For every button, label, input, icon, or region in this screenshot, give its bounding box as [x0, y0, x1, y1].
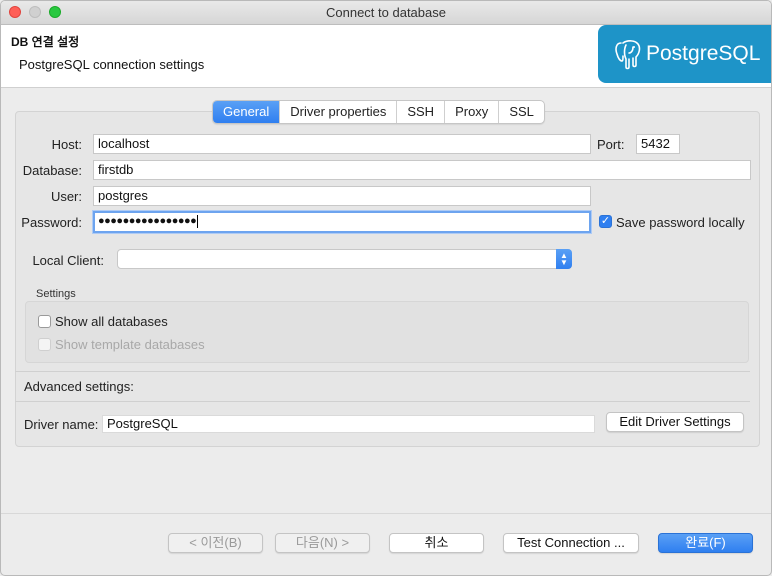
host-label: Host:	[51, 137, 82, 152]
tab-driver-properties[interactable]: Driver properties	[280, 101, 398, 123]
elephant-icon	[615, 40, 641, 70]
logo-text: PostgreSQL	[646, 42, 761, 65]
finish-button[interactable]: 완료(F)	[658, 533, 753, 553]
tab-general[interactable]: General	[213, 101, 281, 123]
user-input[interactable]: postgres	[93, 186, 591, 206]
show-template-databases-label: Show template databases	[55, 337, 205, 352]
tab-proxy[interactable]: Proxy	[445, 101, 500, 123]
database-input[interactable]: firstdb	[93, 160, 751, 180]
window-title: Connect to database	[326, 5, 446, 20]
port-label: Port:	[597, 137, 625, 152]
show-all-databases-checkbox[interactable]	[38, 315, 51, 328]
save-password-checkbox[interactable]: ✓	[599, 215, 612, 228]
dialog-header: DB 연결 설정 PostgreSQL connection settings …	[1, 25, 771, 88]
database-label: Database:	[22, 163, 82, 178]
local-client-select[interactable]: ▲ ▼	[117, 249, 572, 269]
next-button[interactable]: 다음(N) >	[275, 533, 370, 553]
title-bar: Connect to database	[1, 1, 771, 25]
port-input[interactable]: 5432	[636, 134, 680, 154]
save-password-label: Save password locally	[616, 215, 745, 230]
previous-button[interactable]: < 이전(B)	[168, 533, 263, 553]
postgresql-logo: PostgreSQL	[598, 25, 771, 83]
header-title: DB 연결 설정	[11, 35, 80, 49]
show-template-databases-checkbox[interactable]	[38, 338, 51, 351]
edit-driver-settings-button[interactable]: Edit Driver Settings	[606, 412, 744, 432]
tab-bar: General Driver properties SSH Proxy SSL	[212, 100, 545, 124]
password-label: Password:	[21, 215, 82, 230]
select-arrows-icon: ▲ ▼	[556, 249, 572, 269]
password-value: ●●●●●●●●●●●●●●●●	[98, 215, 197, 227]
test-connection-button[interactable]: Test Connection ...	[503, 533, 639, 553]
password-input[interactable]: ●●●●●●●●●●●●●●●●	[93, 211, 591, 233]
driver-name-field: PostgreSQL	[102, 415, 595, 433]
show-all-databases-label: Show all databases	[55, 314, 168, 329]
cancel-button[interactable]: 취소	[389, 533, 484, 553]
header-description: PostgreSQL connection settings	[19, 57, 205, 72]
footer-separator	[1, 513, 771, 514]
settings-title: Settings	[36, 288, 76, 300]
driver-name-label: Driver name:	[24, 417, 99, 432]
user-label: User:	[50, 189, 82, 204]
text-caret	[197, 214, 199, 228]
tab-ssh[interactable]: SSH	[397, 101, 446, 123]
local-client-label: Local Client:	[32, 253, 104, 268]
settings-group	[25, 301, 749, 363]
advanced-settings-title: Advanced settings:	[24, 379, 134, 394]
tab-ssl[interactable]: SSL	[499, 101, 544, 123]
host-input[interactable]: localhost	[93, 134, 591, 154]
connect-dialog: Connect to database DB 연결 설정 PostgreSQL …	[0, 0, 772, 576]
separator	[15, 401, 750, 402]
separator	[15, 371, 750, 372]
